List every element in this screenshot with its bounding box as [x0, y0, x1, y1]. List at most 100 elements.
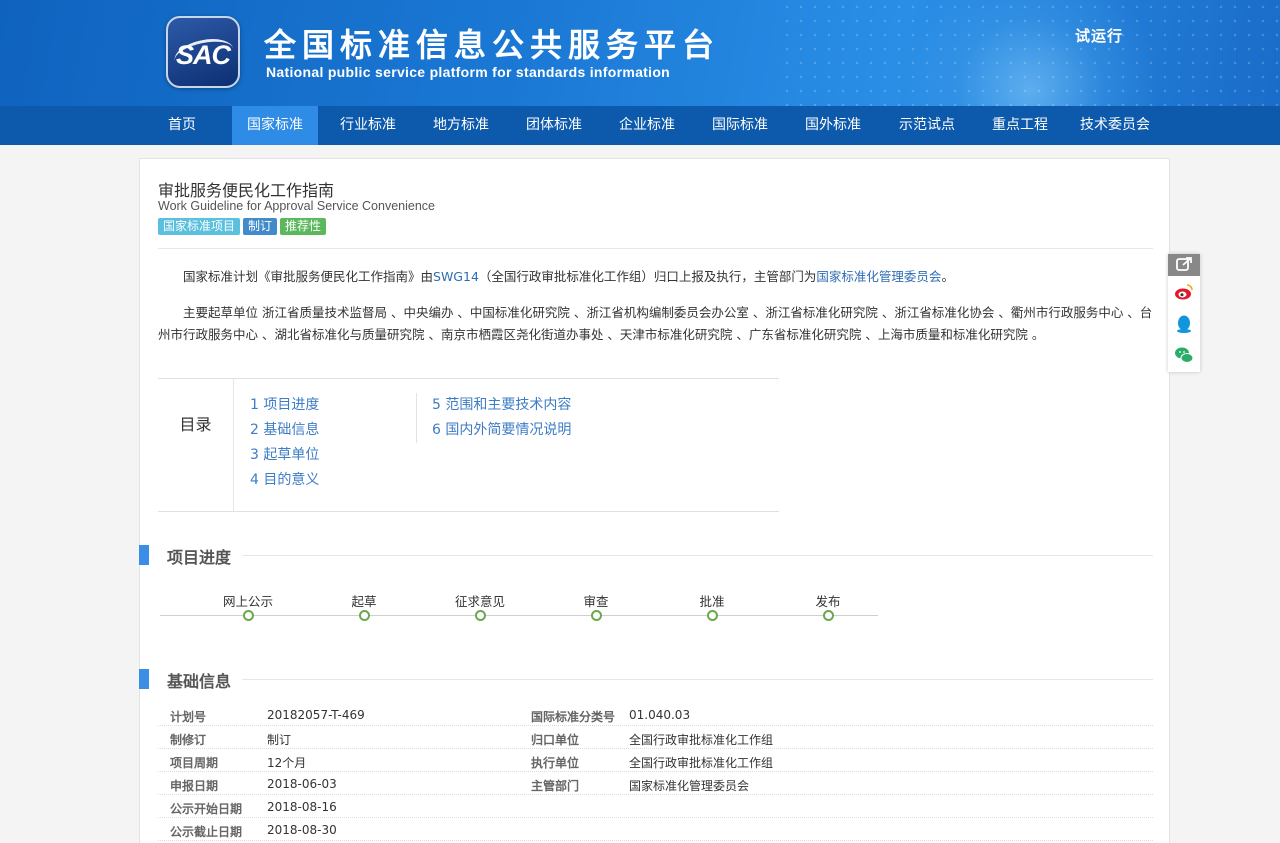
toc-item-drafters[interactable]: 3 起草单位 — [250, 445, 319, 470]
sac-logo[interactable]: SAC — [166, 16, 240, 88]
progress-step-dot — [475, 610, 486, 621]
project-intro: 国家标准计划《审批服务便民化工作指南》由SWG14（全国行政审批标准化工作组）归… — [158, 266, 1153, 288]
page-title-english: Work Guideline for Approval Service Conv… — [158, 199, 435, 213]
nav-local-standards[interactable]: 地方标准 — [418, 106, 504, 145]
info-row: 公示截止日期 2018-08-30 — [158, 818, 1153, 841]
info-key: 执行单位 — [531, 756, 580, 770]
nav-technical-committees[interactable]: 技术委员会 — [1070, 106, 1160, 145]
info-key: 主管部门 — [531, 779, 580, 793]
responsible-unit-link[interactable]: 全国行政审批标准化工作组 — [629, 731, 773, 748]
section-rule — [242, 679, 1153, 680]
drafting-units: 主要起草单位 浙江省质量技术监督局 、中央编办 、中国标准化研究院 、浙江省机构… — [158, 305, 1153, 342]
nav-pilot-demo[interactable]: 示范试点 — [884, 106, 970, 145]
progress-step-dot — [243, 610, 254, 621]
competent-department-link[interactable]: 国家标准化管理委员会 — [629, 777, 749, 794]
section-title: 基础信息 — [167, 672, 232, 691]
department-link[interactable]: 国家标准化管理委员会 — [816, 269, 941, 284]
info-value: 2018-08-30 — [267, 823, 337, 837]
site-subtitle: National public service platform for sta… — [266, 64, 671, 80]
main-nav: 首页 国家标准 行业标准 地方标准 团体标准 企业标准 国际标准 国外标准 示范… — [0, 106, 1280, 145]
toc-separator — [416, 393, 417, 443]
toc-item-basic-info[interactable]: 2 基础信息 — [250, 420, 319, 445]
info-value: 制订 — [267, 733, 292, 747]
info-value: 01.040.03 — [629, 708, 691, 722]
site-header: SAC 全国标准信息公共服务平台 National public service… — [0, 0, 1280, 106]
qq-button[interactable] — [1174, 314, 1194, 334]
progress-step-dot — [591, 610, 602, 621]
intro-suffix: 。 — [941, 269, 954, 284]
nav-home[interactable]: 首页 — [153, 106, 211, 145]
info-key: 计划号 — [170, 710, 207, 724]
info-row: 项目周期 12个月 执行单位 全国行政审批标准化工作组 — [158, 749, 1153, 772]
nav-enterprise-standards[interactable]: 企业标准 — [604, 106, 690, 145]
info-key: 制修订 — [170, 733, 207, 747]
qq-icon — [1177, 315, 1191, 333]
info-value: 2018-06-03 — [267, 777, 337, 791]
progress-step-label: 起草 — [351, 594, 377, 609]
info-row: 申报日期 2018-06-03 主管部门 国家标准化管理委员会 — [158, 772, 1153, 795]
share-toolbar — [1168, 254, 1200, 372]
intro-middle: （全国行政审批标准化工作组）归口上报及执行，主管部门为 — [478, 269, 817, 284]
info-row: 公示开始日期 2018-08-16 — [158, 795, 1153, 818]
section-progress-header: 项目进度 — [139, 545, 1153, 567]
toc-label: 目录 — [158, 379, 234, 511]
executing-unit-link[interactable]: 全国行政审批标准化工作组 — [629, 754, 773, 771]
info-key: 归口单位 — [531, 733, 580, 747]
tc-code-link[interactable]: SWG14 — [433, 269, 479, 284]
info-key: 项目周期 — [170, 756, 219, 770]
toc-item-scope[interactable]: 5 范围和主要技术内容 — [432, 395, 571, 420]
progress-step-label: 批准 — [699, 594, 725, 609]
intro-prefix: 国家标准计划《审批服务便民化工作指南》由 — [183, 269, 434, 284]
progress-track — [160, 615, 878, 616]
info-row: 制修订 制订 归口单位 全国行政审批标准化工作组 — [158, 726, 1153, 749]
info-value: 12个月 — [267, 756, 307, 770]
header-pattern — [780, 0, 1280, 106]
progress-step-dot — [823, 610, 834, 621]
progress-step-dot — [707, 610, 718, 621]
nav-key-projects[interactable]: 重点工程 — [977, 106, 1063, 145]
nav-foreign-standards[interactable]: 国外标准 — [790, 106, 876, 145]
project-card: 审批服务便民化工作指南 Work Guideline for Approval … — [139, 158, 1170, 843]
title-divider — [158, 248, 1153, 249]
info-key: 申报日期 — [170, 779, 219, 793]
share-icon — [1176, 257, 1192, 271]
site-title: 全国标准信息公共服务平台 — [264, 26, 721, 64]
progress-step-label: 网上公示 — [222, 594, 273, 609]
progress-step-label: 审查 — [583, 594, 609, 609]
nav-national-standards[interactable]: 国家标准 — [232, 106, 318, 145]
progress-step-label: 发布 — [815, 594, 841, 609]
toc-item-purpose[interactable]: 4 目的意义 — [250, 470, 319, 495]
info-row: 计划号 20182057-T-469 国际标准分类号 01.040.03 — [158, 703, 1153, 726]
page-title: 审批服务便民化工作指南 — [158, 181, 335, 200]
section-title: 项目进度 — [167, 548, 232, 567]
progress-step-dot — [359, 610, 370, 621]
info-key: 公示截止日期 — [170, 825, 243, 839]
progress-step-label: 征求意见 — [454, 594, 505, 609]
toc-item-progress[interactable]: 1 项目进度 — [250, 395, 319, 420]
project-tags: 国家标准项目 制订 推荐性 — [158, 218, 329, 235]
info-key: 国际标准分类号 — [531, 710, 616, 724]
table-of-contents: 目录 1 项目进度 2 基础信息 3 起草单位 4 目的意义 5 范围和主要技术… — [158, 378, 779, 512]
wechat-button[interactable] — [1174, 345, 1194, 365]
toc-column-left: 1 项目进度 2 基础信息 3 起草单位 4 目的意义 — [250, 395, 319, 495]
share-button[interactable] — [1168, 254, 1200, 276]
toc-item-overview[interactable]: 6 国内外简要情况说明 — [432, 420, 571, 445]
toc-column-right: 5 范围和主要技术内容 6 国内外简要情况说明 — [432, 395, 571, 445]
section-basic-info-header: 基础信息 — [139, 669, 1153, 691]
tag-formulate: 制订 — [243, 218, 278, 235]
trial-badge: 试运行 — [1075, 27, 1124, 45]
info-key: 公示开始日期 — [170, 802, 243, 816]
info-value: 20182057-T-469 — [267, 708, 365, 722]
section-rule — [242, 555, 1153, 556]
nav-group-standards[interactable]: 团体标准 — [511, 106, 597, 145]
nav-international-standards[interactable]: 国际标准 — [697, 106, 783, 145]
weibo-icon — [1175, 284, 1193, 300]
nav-industry-standards[interactable]: 行业标准 — [325, 106, 411, 145]
weibo-button[interactable] — [1174, 282, 1194, 302]
info-value: 2018-08-16 — [267, 800, 337, 814]
logo-text: SAC — [175, 40, 231, 70]
tag-national-project: 国家标准项目 — [158, 218, 241, 235]
wechat-icon — [1175, 347, 1194, 363]
section-accent-bar — [139, 545, 149, 565]
tag-recommended: 推荐性 — [280, 218, 327, 235]
